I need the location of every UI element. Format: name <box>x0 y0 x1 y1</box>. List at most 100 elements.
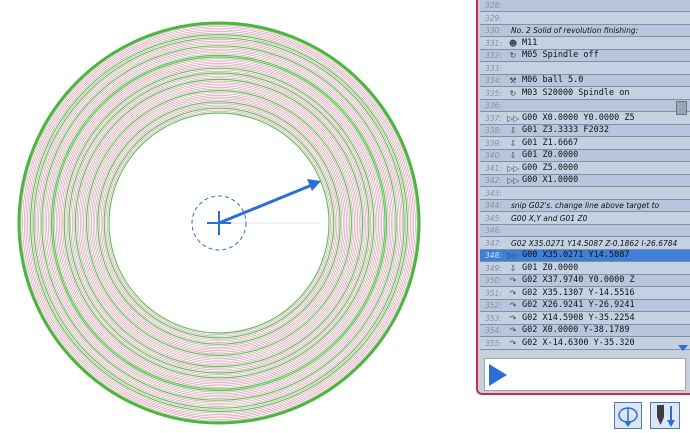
line-number: 328: <box>485 1 502 10</box>
gcode-row[interactable]: 346: <box>480 225 690 237</box>
line-number: 343: <box>485 188 502 198</box>
gcode-text: G00 X0.0000 Y0.0000 Z5 <box>522 112 635 123</box>
line-number: 341: <box>485 163 502 173</box>
line-number: 335: <box>485 88 502 98</box>
gcode-text: M03 S20000 Spindle on <box>522 87 630 98</box>
gcode-text: G02 X35.0271 Y14.5087 Z-0.1862 I-26.6784 <box>511 238 678 248</box>
gcode-row[interactable]: 349: ⇩ G01 Z0.0000 <box>480 262 690 275</box>
tool-down-button[interactable] <box>650 402 680 429</box>
line-number: 338: <box>485 126 502 135</box>
gcode-row[interactable]: 344: snip G02's. change line above target… <box>480 200 690 212</box>
arc-icon: ↷ <box>509 313 517 323</box>
gcode-row[interactable]: 348: ▷▷ G00 X35.0271 Y14.5087 <box>480 250 690 262</box>
gcode-row[interactable]: 354: ↷ G02 X0.0000 Y-38.1789 <box>480 325 690 337</box>
gcode-row[interactable]: 339: ⇩ G01 Z1.6667 <box>480 137 690 150</box>
rapid-icon: ▷▷ <box>507 176 520 185</box>
play-icon <box>489 364 507 386</box>
arc-icon: ↷ <box>509 288 517 298</box>
gcode-text: G01 Z0.0000 <box>522 262 579 273</box>
gcode-text: G02 X-14.6300 Y-35.320 <box>522 337 635 348</box>
gcode-row[interactable]: 352: ↷ G02 X26.9241 Y-26.9241 <box>480 300 690 312</box>
gcode-text: M05 Spindle off <box>522 50 599 60</box>
feed-down-icon: ⇩ <box>509 151 517 160</box>
toolpath-viewport[interactable] <box>0 0 470 429</box>
gcode-text: G00 Z5.0000 <box>522 162 579 173</box>
gcode-row[interactable]: 333: <box>480 62 690 75</box>
gcode-row[interactable]: 355: ↷ G02 X-14.6300 Y-35.320 <box>480 337 690 350</box>
line-number: 346: <box>485 226 502 235</box>
gcode-text: M06 ball 5.0 <box>522 75 584 85</box>
scroll-down-icon[interactable] <box>678 345 688 351</box>
line-number: 331: <box>485 38 502 48</box>
gcode-row[interactable]: 335: ↻ M03 S20000 Spindle on <box>480 87 690 100</box>
play-button[interactable] <box>484 358 686 391</box>
line-number: 334: <box>485 76 502 85</box>
spindle-icon: ↻ <box>509 51 517 60</box>
line-number: 337: <box>485 113 502 123</box>
line-number: 351: <box>485 288 502 298</box>
feed-down-icon: ⇩ <box>509 138 517 148</box>
toolpath-view-icon <box>618 407 638 427</box>
gcode-row[interactable]: 341: ▷▷ G00 Z5.0000 <box>480 162 690 175</box>
gcode-text: G01 Z3.3333 F2032 <box>522 125 609 135</box>
gcode-text: G02 X0.0000 Y-38.1789 <box>522 325 630 335</box>
gcode-row[interactable]: 351: ↷ G02 X35.1307 Y-14.5516 <box>480 287 690 300</box>
feed-down-icon: ⇩ <box>509 263 517 273</box>
line-number: 354: <box>485 326 502 335</box>
gcode-text: G02 X14.5908 Y-35.2254 <box>522 312 635 323</box>
gcode-row[interactable]: 350: ↷ G02 X37.9740 Y0.0000 Z <box>480 275 690 287</box>
gcode-row[interactable]: 345: G00 X,Y and G01 Z0 <box>480 212 690 225</box>
spindle-icon: ↻ <box>509 88 517 98</box>
gcode-text: G00 X35.0271 Y14.5087 <box>522 250 630 260</box>
wrench-icon: ⚒ <box>509 76 517 85</box>
gcode-row[interactable]: 338: ⇩ G01 Z3.3333 F2032 <box>480 125 690 137</box>
scrollbar-thumb[interactable] <box>676 101 687 115</box>
line-number: 336: <box>485 101 502 110</box>
gcode-row[interactable]: 330: No. 2 Solid of revolution finishing: <box>480 25 690 37</box>
line-number: 353: <box>485 313 502 323</box>
line-number: 333: <box>485 63 502 73</box>
line-number: 342: <box>485 176 502 185</box>
arc-icon: ↷ <box>509 326 517 335</box>
gcode-row[interactable]: 336: <box>480 100 690 112</box>
feed-down-icon: ⇩ <box>509 126 517 135</box>
gcode-text: G02 X26.9241 Y-26.9241 <box>522 300 635 310</box>
line-number: 344: <box>485 201 502 210</box>
arc-icon: ↷ <box>509 276 517 285</box>
line-number: 330: <box>485 26 502 35</box>
gcode-row[interactable]: 353: ↷ G02 X14.5908 Y-35.2254 <box>480 312 690 325</box>
toolpath-view-button[interactable] <box>614 402 642 429</box>
gcode-row[interactable]: 334: ⚒ M06 ball 5.0 <box>480 75 690 87</box>
line-number: 332: <box>485 51 502 60</box>
toolpath-canvas[interactable] <box>0 0 470 429</box>
arc-icon: ↷ <box>509 338 517 348</box>
gcode-text: G00 X,Y and G01 Z0 <box>511 213 588 223</box>
line-number: 347: <box>485 238 502 248</box>
line-number: 345: <box>485 213 502 223</box>
gcode-row[interactable]: 328: <box>480 0 690 12</box>
gcode-row[interactable]: 340: ⇩ G01 Z0.0000 <box>480 150 690 162</box>
gcode-listing[interactable]: 328: 329: 330: No. 2 Solid of revolution fi… <box>480 0 690 352</box>
gcode-row[interactable]: 337: ▷▷ G00 X0.0000 Y0.0000 Z5 <box>480 112 690 125</box>
rapid-icon: ▷▷ <box>507 163 520 173</box>
gcode-row[interactable]: 332: ↻ M05 Spindle off <box>480 50 690 62</box>
gcode-text: G02 X37.9740 Y0.0000 Z <box>522 275 635 285</box>
gcode-row[interactable]: 329: <box>480 12 690 25</box>
person-icon: ☻ <box>508 38 518 48</box>
gcode-row[interactable]: 331: ☻ M11 <box>480 37 690 50</box>
gcode-text: G00 X1.0000 <box>522 175 579 185</box>
line-number: 329: <box>485 13 502 23</box>
line-number: 355: <box>485 338 502 348</box>
line-number: 352: <box>485 301 502 310</box>
gcode-row[interactable]: 342: ▷▷ G00 X1.0000 <box>480 175 690 187</box>
gcode-text: No. 2 Solid of revolution finishing: <box>511 26 639 35</box>
gcode-text: snip G02's. change line above target to <box>511 201 660 210</box>
listing-scrollbar[interactable] <box>676 0 688 352</box>
line-number: 340: <box>485 151 502 160</box>
gcode-row[interactable]: 347: G02 X35.0271 Y14.5087 Z-0.1862 I-26.… <box>480 237 690 250</box>
gcode-text: G02 X35.1307 Y-14.5516 <box>522 287 635 298</box>
gcode-row[interactable]: 343: <box>480 187 690 200</box>
arc-icon: ↷ <box>509 301 517 310</box>
rapid-icon: ▷▷ <box>507 251 520 260</box>
line-number: 348: <box>485 251 502 260</box>
